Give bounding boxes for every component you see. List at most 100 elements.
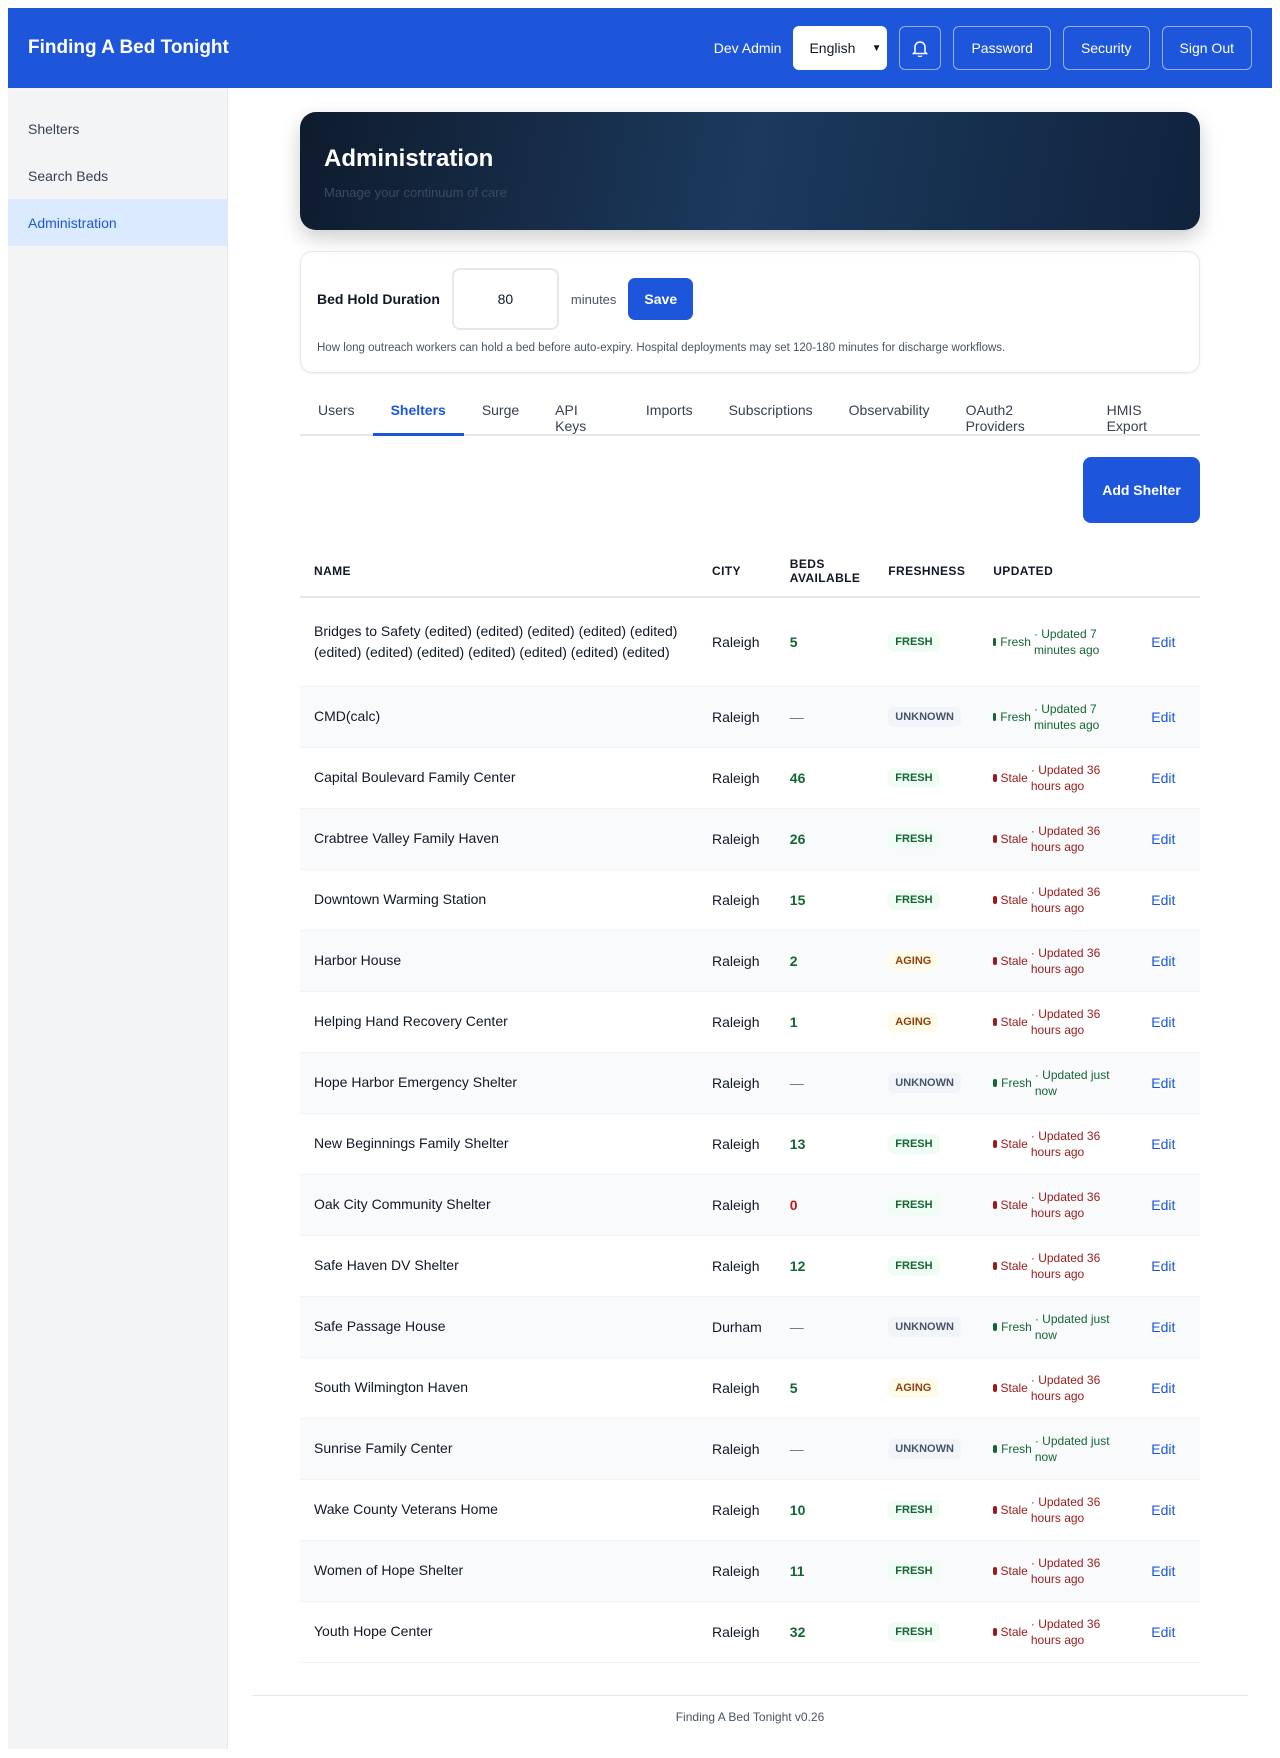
tab-oauth2-providers[interactable]: OAuth2 Providers — [948, 394, 1089, 436]
status-dot-icon — [993, 1566, 997, 1575]
shelter-name: Oak City Community Shelter — [300, 1174, 698, 1236]
actions-cell: Edit — [1137, 747, 1200, 809]
updated-text: · Updated 36 hours ago — [1030, 884, 1101, 915]
shelters-table: NAME CITY BEDS AVAILABLE FRESHNESS UPDAT… — [300, 545, 1200, 1663]
tab-imports[interactable]: Imports — [628, 394, 711, 436]
freshness-badge: FRESH — [888, 1255, 940, 1276]
status-label: Fresh — [1000, 709, 1031, 724]
bell-icon — [912, 41, 929, 57]
shelter-name: Women of Hope Shelter — [300, 1540, 698, 1602]
edit-link[interactable]: Edit — [1151, 1014, 1175, 1030]
shelter-city: Raleigh — [698, 1174, 776, 1236]
freshness-cell: FRESH — [874, 808, 980, 870]
actions-cell: Edit — [1137, 930, 1200, 992]
freshness-cell: UNKNOWN — [874, 1418, 980, 1480]
tab-subscriptions[interactable]: Subscriptions — [711, 394, 831, 436]
shelter-city: Raleigh — [698, 808, 776, 870]
updated-cell: Fresh · Updated just now — [979, 1052, 1138, 1114]
tab-hmis-export[interactable]: HMIS Export — [1089, 394, 1200, 436]
edit-link[interactable]: Edit — [1151, 709, 1175, 725]
status-label: Fresh — [1000, 634, 1031, 649]
col-beds: BEDS AVAILABLE — [775, 545, 875, 598]
actions-cell: Edit — [1137, 1296, 1200, 1358]
tab-api-keys[interactable]: API Keys — [537, 394, 628, 436]
edit-link[interactable]: Edit — [1151, 634, 1175, 650]
updated-cell: Stale · Updated 36 hours ago — [979, 1601, 1138, 1663]
actions-cell: Edit — [1137, 1113, 1200, 1175]
edit-link[interactable]: Edit — [1151, 831, 1175, 847]
edit-link[interactable]: Edit — [1151, 1563, 1175, 1579]
table-row: Bridges to Safety (edited) (edited) (edi… — [300, 597, 1200, 687]
notifications-button[interactable] — [899, 26, 942, 70]
status-label: Stale — [1000, 953, 1028, 968]
tab-observability[interactable]: Observability — [831, 394, 948, 436]
tab-users[interactable]: Users — [300, 394, 373, 436]
updated-text: · Updated 36 hours ago — [1030, 1128, 1101, 1159]
actions-cell: Edit — [1137, 1601, 1200, 1663]
security-button[interactable]: Security — [1062, 26, 1150, 70]
freshness-cell: FRESH — [874, 869, 980, 931]
tab-surge[interactable]: Surge — [464, 394, 537, 436]
status-dot-icon — [993, 834, 997, 843]
status-dot-icon — [993, 1505, 997, 1514]
sidebar-item-shelters[interactable]: Shelters — [8, 105, 227, 152]
updated-cell: Fresh · Updated 7 minutes ago — [979, 686, 1138, 748]
updated-cell: Stale · Updated 36 hours ago — [979, 1357, 1138, 1419]
actions-cell: Edit — [1137, 1479, 1200, 1541]
table-row: Harbor House Raleigh 2 AGING Stale · Upda… — [300, 930, 1200, 992]
shelter-city: Raleigh — [698, 869, 776, 931]
status-dot-icon — [993, 773, 997, 782]
add-shelter-button[interactable]: Add Shelter — [1083, 457, 1200, 523]
freshness-badge: FRESH — [888, 631, 940, 652]
status-label: Stale — [1000, 831, 1028, 846]
app-title[interactable]: Finding A Bed Tonight — [28, 37, 714, 59]
edit-link[interactable]: Edit — [1151, 770, 1175, 786]
edit-link[interactable]: Edit — [1151, 1441, 1175, 1457]
beds-available: 1 — [775, 991, 875, 1053]
updated-cell: Stale · Updated 36 hours ago — [979, 1235, 1138, 1297]
edit-link[interactable]: Edit — [1151, 1502, 1175, 1518]
sidebar-item-search-beds[interactable]: Search Beds — [8, 152, 227, 199]
sidebar-item-administration[interactable]: Administration — [8, 199, 227, 246]
status-dot-icon — [993, 1627, 997, 1636]
current-user: Dev Admin — [713, 40, 782, 56]
status-label: Fresh — [1001, 1319, 1032, 1334]
updated-text: · Updated 36 hours ago — [1030, 1189, 1101, 1220]
edit-link[interactable]: Edit — [1151, 1136, 1175, 1152]
shelter-name: Harbor House — [300, 930, 698, 992]
edit-link[interactable]: Edit — [1151, 1197, 1175, 1213]
shelter-city: Raleigh — [698, 1601, 776, 1663]
table-row: Safe Passage House Durham — UNKNOWN Fres… — [300, 1296, 1200, 1358]
status-dot-icon — [993, 1200, 997, 1209]
password-button[interactable]: Password — [953, 26, 1051, 70]
freshness-badge: UNKNOWN — [888, 1438, 961, 1459]
edit-link[interactable]: Edit — [1151, 1075, 1175, 1091]
shelter-name: New Beginnings Family Shelter — [300, 1113, 698, 1175]
beds-available: 5 — [775, 1357, 875, 1419]
status-label: Stale — [1000, 1136, 1028, 1151]
updated-cell: Stale · Updated 36 hours ago — [979, 1479, 1138, 1541]
tab-shelters[interactable]: Shelters — [372, 394, 464, 436]
beds-available: — — [775, 1052, 875, 1114]
edit-link[interactable]: Edit — [1151, 892, 1175, 908]
updated-text: · Updated 36 hours ago — [1030, 762, 1101, 793]
shelter-city: Raleigh — [698, 930, 776, 992]
edit-link[interactable]: Edit — [1151, 1380, 1175, 1396]
sign-out-button[interactable]: Sign Out — [1161, 26, 1252, 70]
bed-hold-input[interactable]: 80 — [451, 268, 559, 330]
freshness-badge: FRESH — [888, 1499, 940, 1520]
updated-cell: Stale · Updated 36 hours ago — [979, 747, 1138, 809]
updated-text: · Updated 36 hours ago — [1030, 823, 1101, 854]
status-label: Stale — [1000, 1502, 1028, 1517]
edit-link[interactable]: Edit — [1151, 1319, 1175, 1335]
col-freshness: FRESHNESS — [874, 545, 980, 598]
status-dot-icon — [993, 1261, 997, 1270]
edit-link[interactable]: Edit — [1151, 1624, 1175, 1640]
beds-available: 11 — [775, 1540, 875, 1602]
edit-link[interactable]: Edit — [1151, 953, 1175, 969]
beds-available: 10 — [775, 1479, 875, 1541]
edit-link[interactable]: Edit — [1151, 1258, 1175, 1274]
language-select[interactable]: English ▼ — [793, 26, 888, 70]
shelter-city: Raleigh — [698, 686, 776, 748]
save-button[interactable]: Save — [628, 278, 694, 320]
